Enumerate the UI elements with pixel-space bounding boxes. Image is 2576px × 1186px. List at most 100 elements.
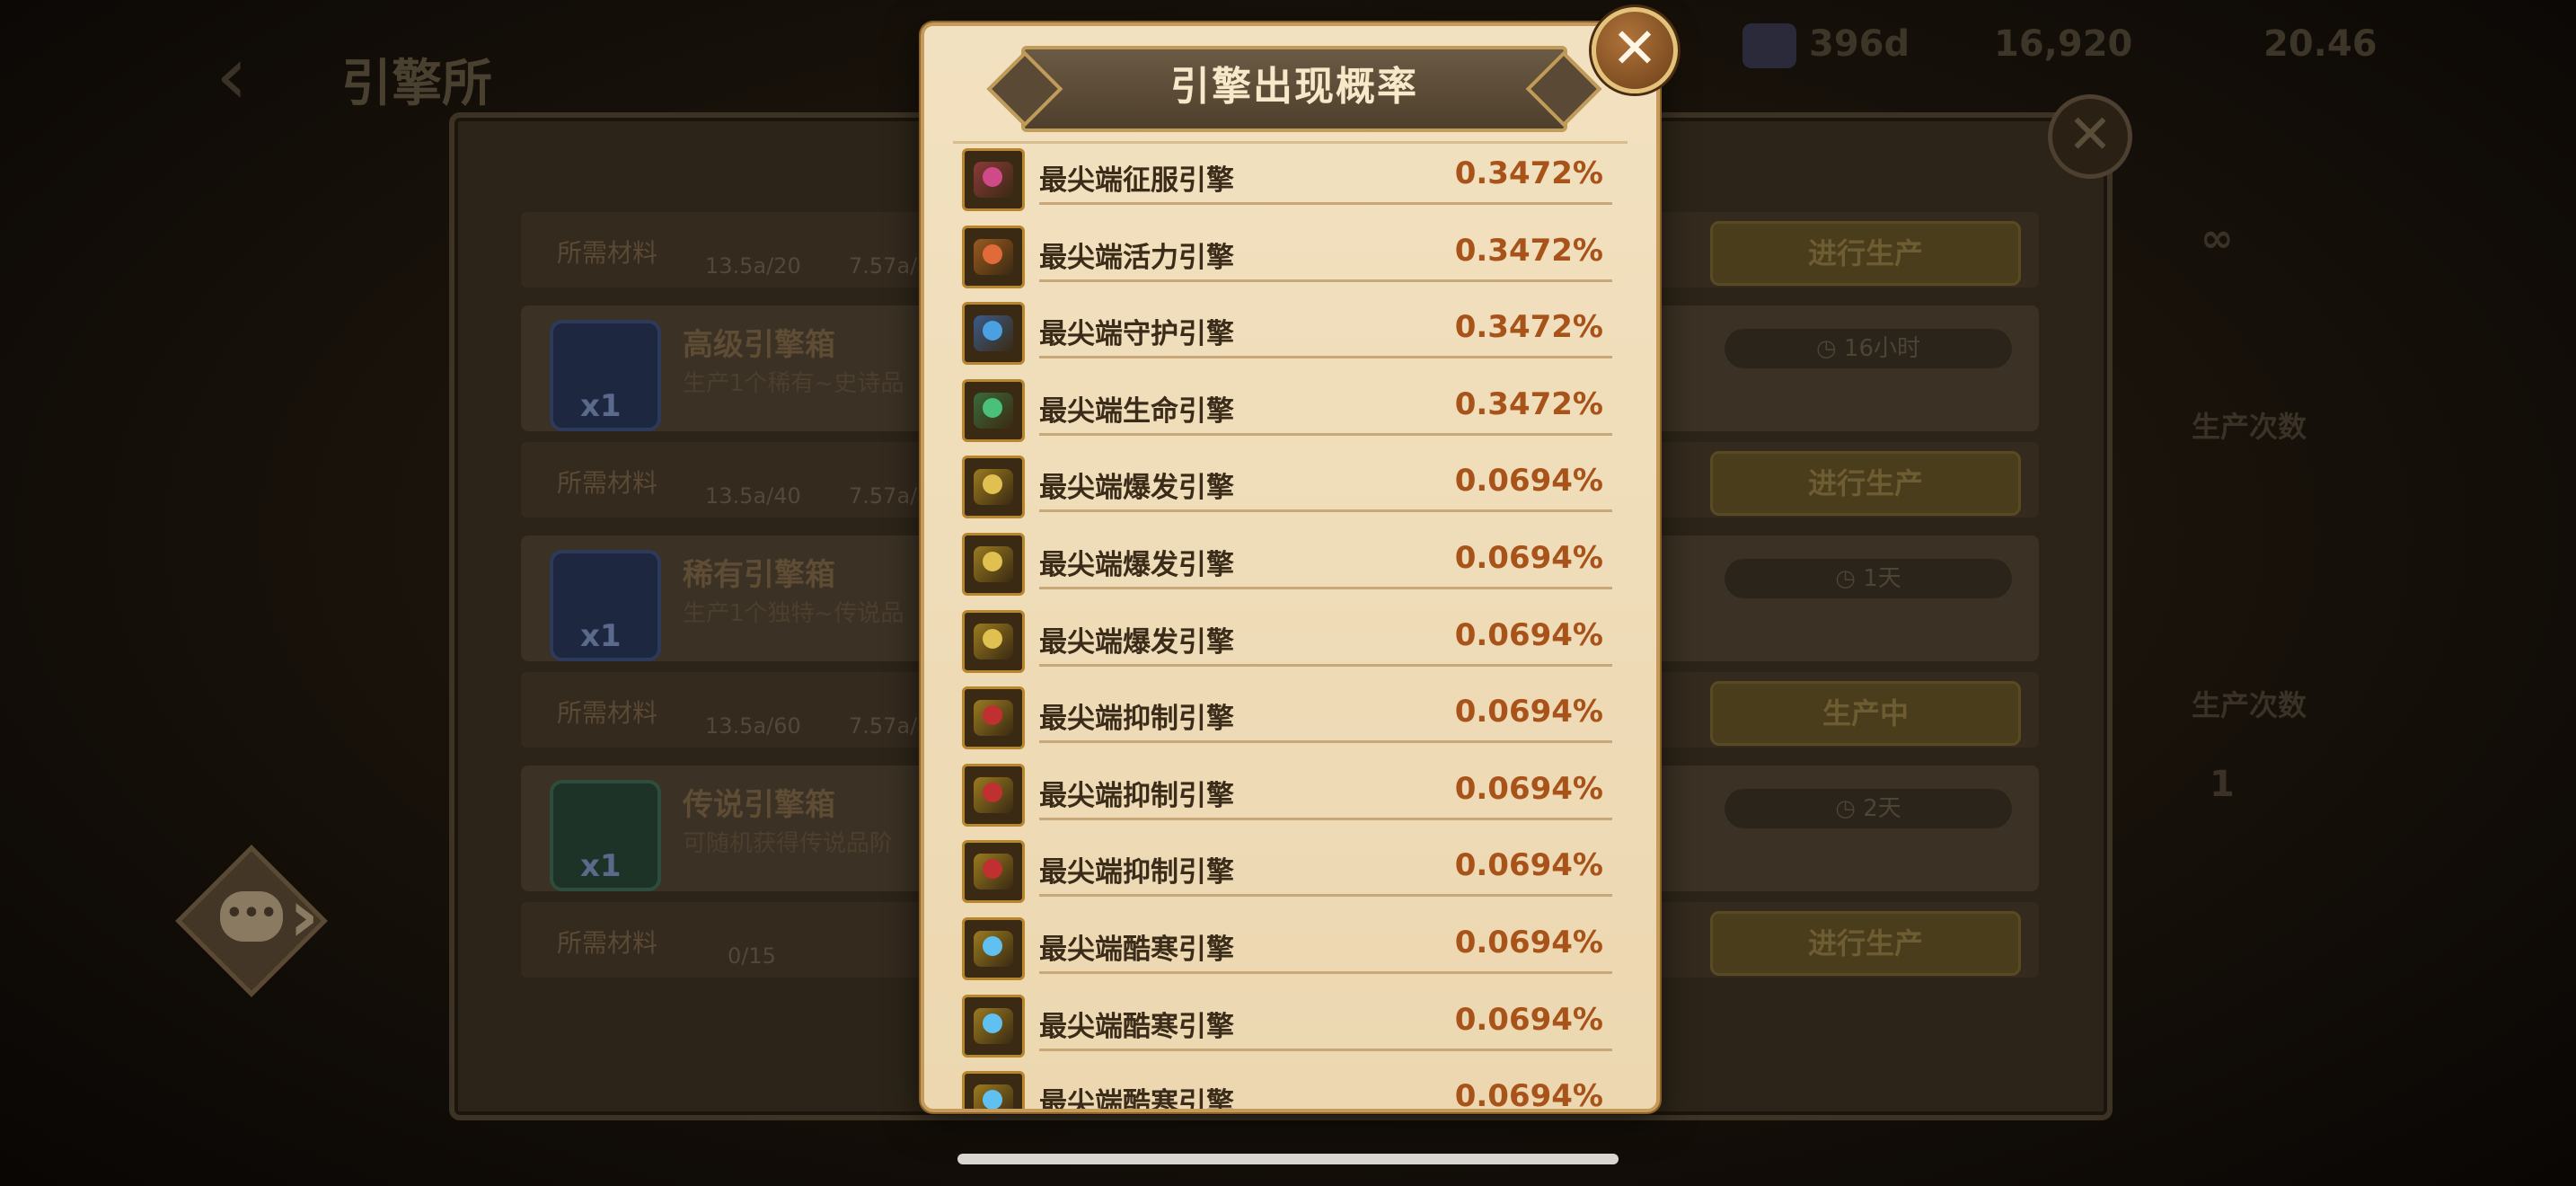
box-title: 传说引擎箱: [683, 787, 835, 823]
engine-gem: [983, 167, 1002, 187]
engine-icon: [962, 302, 1025, 366]
clock-icon: ◷: [1815, 335, 1844, 362]
box-title: 稀有引擎箱: [683, 557, 835, 593]
engine-rate: 0.0694%: [1454, 616, 1603, 653]
engine-rate: 0.3472%: [1454, 232, 1603, 269]
resource-value: 16,920: [1994, 23, 2133, 65]
box-count: x1: [580, 388, 622, 424]
resource-gems: 396d: [1742, 23, 1910, 68]
engine-icon: [962, 994, 1025, 1058]
resource-value: 20.46: [2263, 23, 2378, 65]
engine-gem: [983, 1090, 1002, 1109]
timer-value: 2天: [1863, 795, 1901, 822]
engine-probability-row: 最尖端守护引擎 0.3472%: [962, 298, 1618, 376]
engine-name: 最尖端抑制引擎: [1039, 703, 1234, 736]
engine-probability-row: 最尖端抑制引擎 0.0694%: [962, 836, 1618, 914]
timer-value: 1天: [1863, 565, 1901, 592]
engine-probability-row: 最尖端爆发引擎 0.0694%: [962, 606, 1618, 684]
count-label: 生产次数: [2192, 410, 2307, 444]
engine-probability-row: 最尖端酷寒引擎 0.0694%: [962, 914, 1618, 991]
quantity-value: 1: [2210, 764, 2235, 805]
engine-rate: 0.0694%: [1454, 770, 1603, 807]
engine-name: 最尖端征服引擎: [1039, 164, 1234, 197]
engine-rate: 0.0694%: [1454, 694, 1603, 730]
engine-rate: 0.3472%: [1454, 385, 1603, 422]
engine-probability-row: 最尖端生命引擎 0.3472%: [962, 376, 1618, 453]
material-count: 13.5a/60: [705, 713, 801, 739]
engine-name: 最尖端抑制引擎: [1039, 856, 1234, 890]
engine-icon: [962, 456, 1025, 519]
resource-value: 396d: [1809, 23, 1910, 65]
producing-button[interactable]: 生产中: [1710, 681, 2021, 746]
engine-icon: [962, 1071, 1025, 1109]
engine-gem: [983, 552, 1002, 571]
produce-button[interactable]: 进行生产: [1710, 451, 2021, 516]
materials-label: 所需材料: [557, 238, 658, 268]
probability-list[interactable]: 最尖端征服引擎 0.3472% 最尖端活力引擎 0.3472% 最尖端守护引擎 0.347…: [951, 141, 1629, 1109]
material-count: 7.57a/: [849, 483, 918, 509]
timer-badge: ◷ 1天: [1725, 559, 2012, 598]
row-underline: [1039, 432, 1612, 436]
engine-rate: 0.0694%: [1454, 463, 1603, 500]
infinity-value: ∞: [2201, 216, 2234, 261]
engine-icon: [962, 533, 1025, 596]
engine-icon: [962, 840, 1025, 904]
materials-label: 所需材料: [557, 928, 658, 958]
engine-name: 最尖端生命引擎: [1039, 394, 1234, 428]
count-label: 生产次数: [2192, 688, 2307, 722]
row-underline: [1039, 971, 1612, 974]
chat-bubble-icon[interactable]: •••: [220, 891, 283, 942]
engine-probability-row: 最尖端爆发引擎 0.0694%: [962, 452, 1618, 529]
engine-probability-row: 最尖端征服引擎 0.3472%: [962, 145, 1618, 222]
material-count: 0/15: [728, 943, 776, 969]
timer-badge: ◷ 16小时: [1725, 329, 2012, 368]
engine-rate: 0.0694%: [1454, 540, 1603, 576]
engine-gem: [983, 1013, 1002, 1033]
engine-gem: [983, 628, 1002, 649]
probability-modal: 引擎出现概率 最尖端征服引擎 0.3472% 最尖端活力引擎 0.3472% 最尖端守护…: [921, 22, 1660, 1112]
engine-rate: 0.3472%: [1454, 309, 1603, 346]
row-underline: [1039, 587, 1612, 589]
gem-icon: [1742, 23, 1796, 68]
engine-name: 最尖端爆发引擎: [1039, 472, 1234, 505]
engine-gem: [983, 397, 1002, 418]
engine-icon: [962, 763, 1025, 827]
engine-probability-row: 最尖端酷寒引擎 0.0694%: [962, 991, 1618, 1068]
row-underline: [1039, 356, 1612, 359]
close-button[interactable]: ✕: [1592, 7, 1678, 93]
box-title: 高级引擎箱: [683, 327, 835, 363]
engine-rate: 0.0694%: [1454, 1001, 1603, 1038]
engine-rate: 0.0694%: [1454, 847, 1603, 884]
row-underline: [1039, 1048, 1612, 1051]
engine-icon: [962, 378, 1025, 442]
chevron-right-icon[interactable]: ›: [289, 876, 319, 957]
produce-button[interactable]: 进行生产: [1710, 221, 2021, 286]
engine-probability-row: 最尖端抑制引擎 0.0694%: [962, 683, 1618, 760]
modal-title: 引擎出现概率: [1170, 64, 1418, 110]
engine-probability-row: 最尖端爆发引擎 0.0694%: [962, 529, 1618, 606]
engine-icon: [962, 609, 1025, 673]
material-count: 13.5a/20: [705, 253, 801, 279]
clock-icon: ◷: [1835, 565, 1864, 592]
home-indicator[interactable]: [957, 1154, 1619, 1164]
engine-name: 最尖端爆发引擎: [1039, 549, 1234, 581]
engine-box-icon: x1: [550, 320, 661, 431]
engine-probability-row: 最尖端抑制引擎 0.0694%: [962, 760, 1618, 837]
engine-icon: [962, 148, 1025, 211]
panel-close-button[interactable]: ✕: [2048, 94, 2132, 179]
back-arrow-icon[interactable]: ‹: [216, 36, 296, 117]
engine-rate: 0.0694%: [1454, 1078, 1603, 1109]
box-count: x1: [580, 848, 622, 884]
engine-icon: [962, 917, 1025, 980]
engine-gem: [983, 782, 1002, 802]
engine-name: 最尖端守护引擎: [1039, 318, 1234, 351]
material-count: 7.57a/: [849, 713, 918, 739]
engine-box-icon: x1: [550, 550, 661, 661]
row-underline: [1039, 894, 1612, 898]
resource-diamonds: 16,920: [1994, 23, 2132, 65]
right-panel: ∞ 生产次数 生产次数 1: [2183, 135, 2452, 1033]
produce-button[interactable]: 进行生产: [1710, 911, 2021, 976]
engine-name: 最尖端爆发引擎: [1039, 625, 1234, 659]
material-count: 13.5a/40: [705, 483, 801, 509]
timer-badge: ◷ 2天: [1725, 789, 2012, 828]
